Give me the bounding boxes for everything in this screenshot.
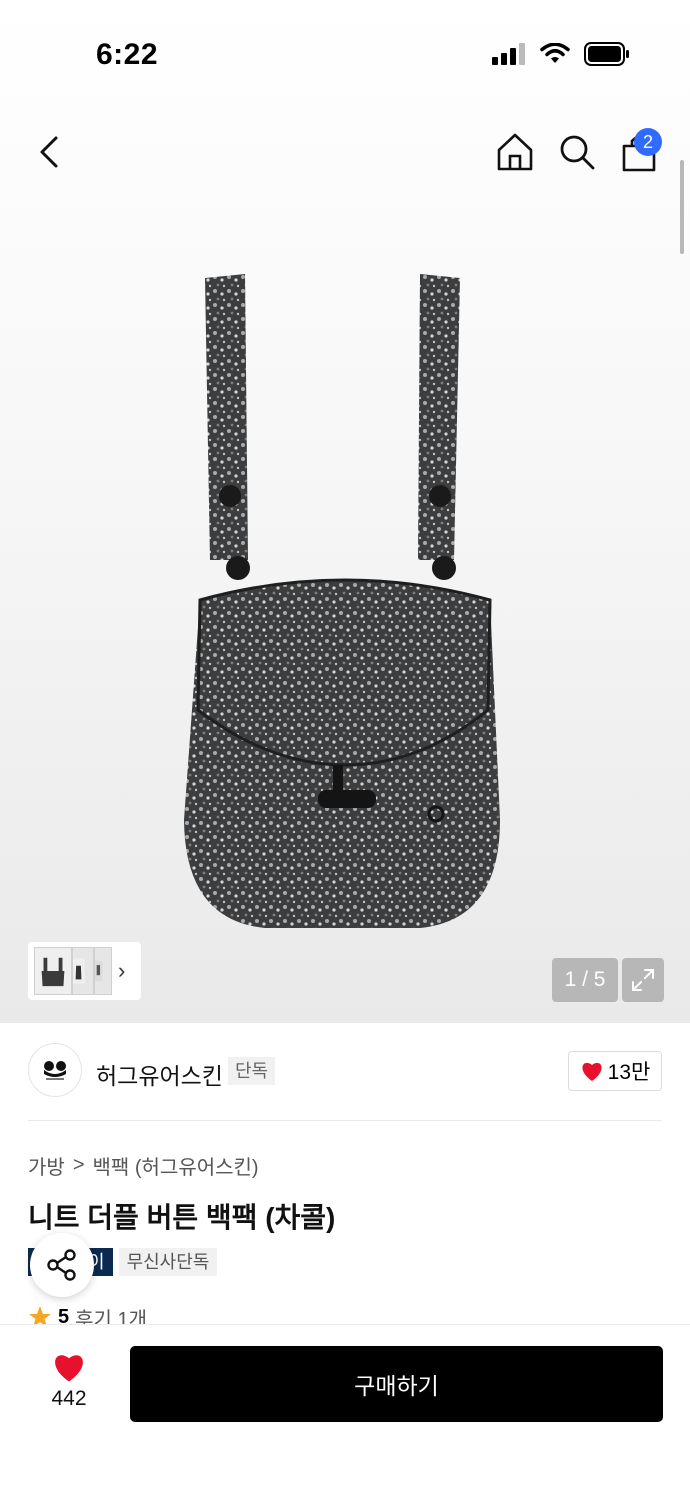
top-navigation xyxy=(0,120,690,184)
wifi-icon xyxy=(540,43,570,63)
status-bar: 6:22 xyxy=(0,0,690,100)
status-icons xyxy=(492,42,630,66)
image-page-counter: 1 / 5 xyxy=(552,958,618,1002)
thumbnail-2[interactable] xyxy=(72,947,94,995)
breadcrumb-category[interactable]: 가방 xyxy=(28,1151,65,1180)
brand-logo-mark xyxy=(44,1061,66,1080)
share-icon xyxy=(47,1249,76,1281)
signal-icon xyxy=(492,43,525,65)
thumbnail-3[interactable] xyxy=(94,947,112,995)
heart-icon xyxy=(55,1355,83,1382)
bottom-action-bar: 442 구매하기 xyxy=(0,1324,690,1500)
thumbnail-strip[interactable]: › xyxy=(28,942,141,1000)
brand-logo[interactable] xyxy=(28,1043,82,1097)
chevron-right-icon[interactable]: › xyxy=(118,958,125,984)
brand-like-count: 13만 xyxy=(607,1061,651,1084)
product-title: 니트 더플 버튼 백팩 (차콜) xyxy=(28,1202,336,1233)
breadcrumb: 가방 > 백팩 (허그유어스킨) xyxy=(28,1151,259,1180)
product-image[interactable] xyxy=(170,260,520,950)
brand-row: 허그유어스킨 단독 13만 xyxy=(0,1043,690,1119)
thumbnail-1[interactable] xyxy=(34,947,72,995)
expand-icon xyxy=(632,969,654,991)
brand-name[interactable]: 허그유어스킨 xyxy=(96,1057,223,1091)
badge-exclusive: 무신사단독 xyxy=(118,1248,218,1276)
brand-like-button[interactable]: 13만 xyxy=(568,1051,662,1091)
battery-icon xyxy=(584,42,629,66)
home-icon[interactable] xyxy=(494,130,536,174)
divider xyxy=(28,1120,662,1121)
expand-image-button[interactable] xyxy=(622,958,664,1002)
heart-icon xyxy=(582,1062,602,1081)
status-time: 6:22 xyxy=(96,38,159,71)
search-icon[interactable] xyxy=(556,130,598,174)
product-like-button[interactable]: 442 xyxy=(38,1351,100,1419)
breadcrumb-separator: > xyxy=(72,1154,85,1176)
product-like-count: 442 xyxy=(51,1387,87,1410)
buy-button[interactable]: 구매하기 xyxy=(130,1346,663,1422)
share-button[interactable] xyxy=(30,1233,94,1297)
breadcrumb-subcategory[interactable]: 백팩 (허그유어스킨) xyxy=(93,1151,259,1180)
exclusive-tag: 단독 xyxy=(228,1057,276,1085)
cart-count-badge: 2 xyxy=(634,128,662,156)
back-arrow-icon[interactable] xyxy=(30,130,70,174)
scroll-indicator[interactable] xyxy=(680,160,684,254)
